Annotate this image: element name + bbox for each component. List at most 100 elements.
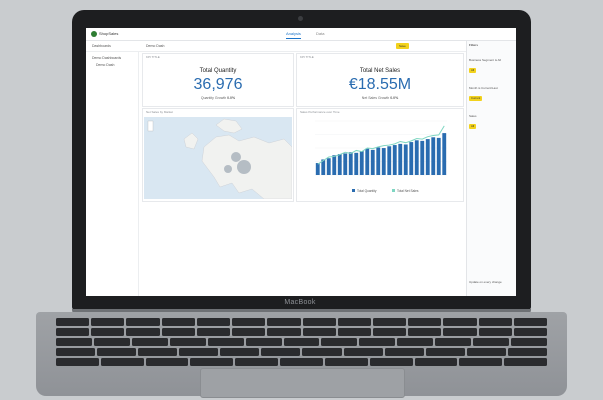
key[interactable]	[473, 338, 510, 346]
chart-bar[interactable]	[326, 158, 331, 175]
filter-chip[interactable]: Current	[469, 96, 483, 101]
key[interactable]	[91, 318, 125, 326]
key[interactable]	[196, 328, 231, 336]
key[interactable]	[466, 348, 506, 356]
key[interactable]	[126, 318, 160, 326]
chart-bar[interactable]	[409, 142, 414, 175]
current-dashboard-name[interactable]: Demo Dash	[146, 42, 164, 50]
key[interactable]	[343, 348, 383, 356]
key[interactable]	[372, 328, 407, 336]
key[interactable]	[138, 348, 178, 356]
key[interactable]	[235, 358, 279, 366]
trackpad[interactable]	[200, 368, 405, 398]
key[interactable]	[408, 328, 442, 336]
key[interactable]	[232, 318, 266, 326]
key[interactable]	[511, 338, 547, 346]
chart-bar[interactable]	[343, 153, 348, 175]
key[interactable]	[283, 338, 320, 346]
chart-bar[interactable]	[365, 148, 370, 175]
key[interactable]	[478, 318, 512, 326]
key[interactable]	[267, 328, 301, 336]
filter-chip[interactable]: All	[469, 124, 477, 129]
sidebar-item-demo-dashboards[interactable]: Demo Dashboards	[92, 56, 121, 60]
key[interactable]	[56, 318, 90, 326]
key[interactable]	[459, 358, 503, 366]
key[interactable]	[196, 318, 231, 326]
key[interactable]	[513, 328, 548, 336]
key[interactable]	[302, 328, 336, 336]
chart-bar[interactable]	[431, 137, 436, 175]
chart-bar[interactable]	[398, 143, 403, 175]
chart-bar[interactable]	[387, 146, 392, 175]
key[interactable]	[126, 328, 160, 336]
key[interactable]	[161, 328, 195, 336]
tab-analysis[interactable]: Analysis	[286, 30, 301, 39]
key[interactable]	[359, 338, 396, 346]
key[interactable]	[56, 358, 99, 366]
key[interactable]	[56, 338, 92, 346]
key[interactable]	[261, 348, 301, 356]
key[interactable]	[408, 318, 442, 326]
key[interactable]	[169, 338, 206, 346]
key[interactable]	[302, 318, 336, 326]
key[interactable]	[369, 358, 413, 366]
chart-bar[interactable]	[337, 154, 342, 175]
chart-bar[interactable]	[381, 148, 386, 175]
chart-bar[interactable]	[403, 144, 408, 175]
save-button[interactable]: Save	[396, 43, 409, 49]
key[interactable]	[372, 318, 407, 326]
key[interactable]	[337, 318, 371, 326]
key[interactable]	[302, 348, 342, 356]
chart-bar[interactable]	[332, 155, 337, 175]
chart-bar[interactable]	[420, 140, 425, 175]
key[interactable]	[504, 358, 547, 366]
key[interactable]	[414, 358, 458, 366]
key[interactable]	[513, 318, 548, 326]
key[interactable]	[207, 338, 244, 346]
key[interactable]	[280, 358, 323, 366]
key[interactable]	[384, 348, 424, 356]
key[interactable]	[145, 358, 189, 366]
key[interactable]	[190, 358, 234, 366]
key[interactable]	[324, 358, 368, 366]
chart-bar[interactable]	[392, 145, 397, 175]
chart-bar[interactable]	[442, 133, 447, 175]
key[interactable]	[245, 338, 282, 346]
key[interactable]	[161, 318, 195, 326]
key[interactable]	[397, 338, 434, 346]
sales-chart[interactable]: Total Quantity Total Net Sales	[297, 117, 463, 199]
key[interactable]	[97, 348, 137, 356]
key[interactable]	[267, 318, 301, 326]
key[interactable]	[56, 348, 96, 356]
key[interactable]	[93, 338, 130, 346]
key[interactable]	[131, 338, 168, 346]
key[interactable]	[443, 328, 477, 336]
filter-chip[interactable]: All	[469, 68, 477, 73]
chart-bar[interactable]	[414, 140, 419, 175]
chart-bar[interactable]	[436, 137, 441, 175]
key[interactable]	[507, 348, 547, 356]
key[interactable]	[91, 328, 125, 336]
chart-bar[interactable]	[370, 149, 375, 175]
chart-line[interactable]	[317, 125, 445, 165]
key[interactable]	[179, 348, 219, 356]
key[interactable]	[337, 328, 371, 336]
chart-bar[interactable]	[354, 152, 359, 175]
chart-bar[interactable]	[348, 152, 353, 175]
key[interactable]	[321, 338, 358, 346]
key[interactable]	[232, 328, 266, 336]
chart-bar[interactable]	[376, 147, 381, 175]
key[interactable]	[478, 328, 512, 336]
key[interactable]	[443, 318, 477, 326]
key[interactable]	[425, 348, 465, 356]
tab-data[interactable]: Data	[316, 30, 324, 38]
europe-map[interactable]	[144, 117, 292, 199]
chart-bar[interactable]	[425, 139, 430, 175]
key[interactable]	[100, 358, 144, 366]
chart-bar[interactable]	[359, 151, 364, 175]
sidebar-item-demo-dash[interactable]: Demo Dash	[96, 63, 114, 67]
key[interactable]	[220, 348, 260, 356]
chart-bar[interactable]	[315, 163, 320, 175]
key[interactable]	[435, 338, 472, 346]
key[interactable]	[56, 328, 90, 336]
